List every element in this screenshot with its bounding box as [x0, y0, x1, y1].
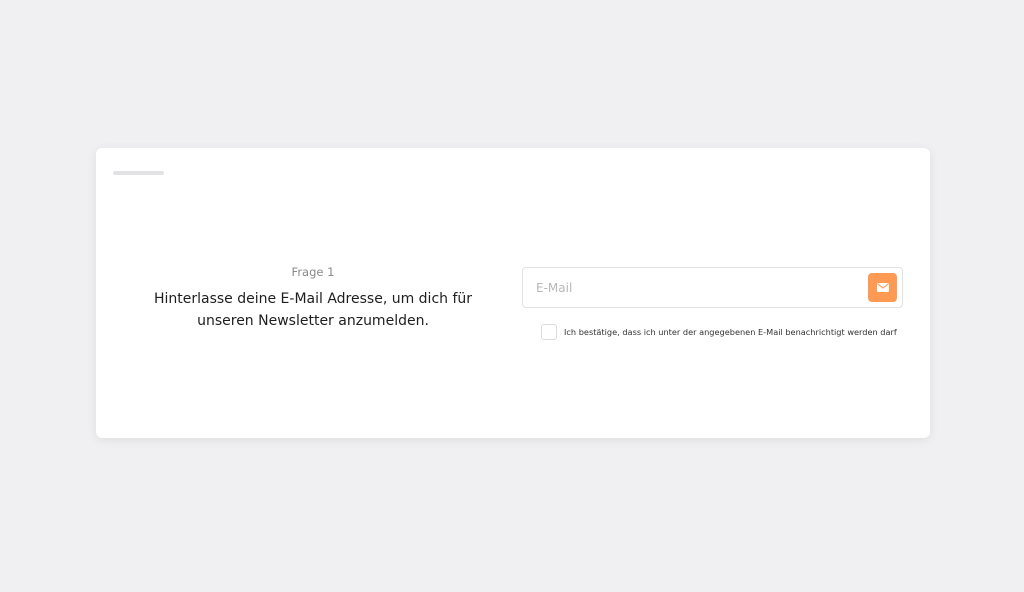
question-text: Hinterlasse deine E-Mail Adresse, um dic… — [153, 291, 473, 329]
envelope-icon — [876, 283, 889, 292]
consent-row: Ich bestätige, dass ich unter der angege… — [541, 323, 897, 341]
consent-checkbox[interactable] — [541, 324, 557, 340]
email-input[interactable] — [523, 268, 853, 307]
form-card: Frage 1 Hinterlasse deine E-Mail Adresse… — [96, 148, 930, 438]
email-field-wrapper — [522, 267, 903, 308]
submit-button[interactable] — [868, 273, 897, 302]
question-block: Frage 1 Hinterlasse deine E-Mail Adresse… — [126, 264, 500, 332]
consent-label: Ich bestätige, dass ich unter der angege… — [564, 327, 897, 337]
page-background: Frage 1 Hinterlasse deine E-Mail Adresse… — [0, 0, 1024, 592]
progress-bar — [113, 171, 164, 175]
question-number: Frage 1 — [291, 265, 335, 279]
